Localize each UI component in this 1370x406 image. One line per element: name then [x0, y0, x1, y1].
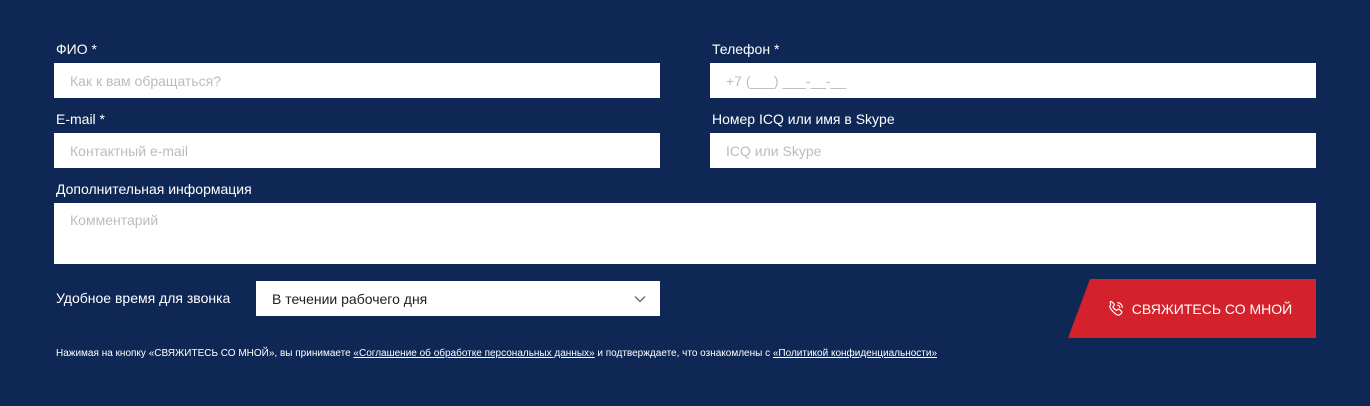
info-label: Дополнительная информация	[56, 181, 252, 197]
agreement-link[interactable]: «Соглашение об обработке персональных да…	[353, 348, 594, 359]
privacy-policy-link[interactable]: «Политикой конфиденциальности»	[773, 348, 937, 359]
consent-note: Нажимая на кнопку «СВЯЖИТЕСЬ СО МНОЙ», в…	[56, 348, 937, 360]
phone-icon	[1109, 300, 1123, 316]
fio-input[interactable]	[54, 63, 660, 98]
call-time-select[interactable]: В течении рабочего дня	[256, 281, 660, 316]
call-time-label: Удобное время для звонка	[56, 290, 231, 306]
chevron-down-icon	[634, 295, 646, 302]
phone-label: Телефон *	[712, 41, 780, 57]
comment-textarea[interactable]	[54, 203, 1316, 264]
call-time-value: В течении рабочего дня	[272, 290, 428, 307]
contact-me-button[interactable]: СВЯЖИТЕСЬ СО МНОЙ	[1068, 279, 1316, 338]
email-label: E-mail *	[56, 111, 106, 127]
contact-me-label: СВЯЖИТЕСЬ СО МНОЙ	[1131, 300, 1293, 317]
phone-input[interactable]	[710, 63, 1316, 98]
consent-prefix: Нажимая на кнопку «СВЯЖИТЕСЬ СО МНОЙ», в…	[56, 348, 354, 359]
email-input[interactable]	[54, 133, 660, 168]
skype-label: Номер ICQ или имя в Skype	[712, 111, 895, 127]
fio-label: ФИО *	[56, 41, 97, 57]
consent-middle: и подтверждаете, что ознакомлены с	[594, 348, 773, 359]
skype-input[interactable]	[710, 133, 1316, 168]
